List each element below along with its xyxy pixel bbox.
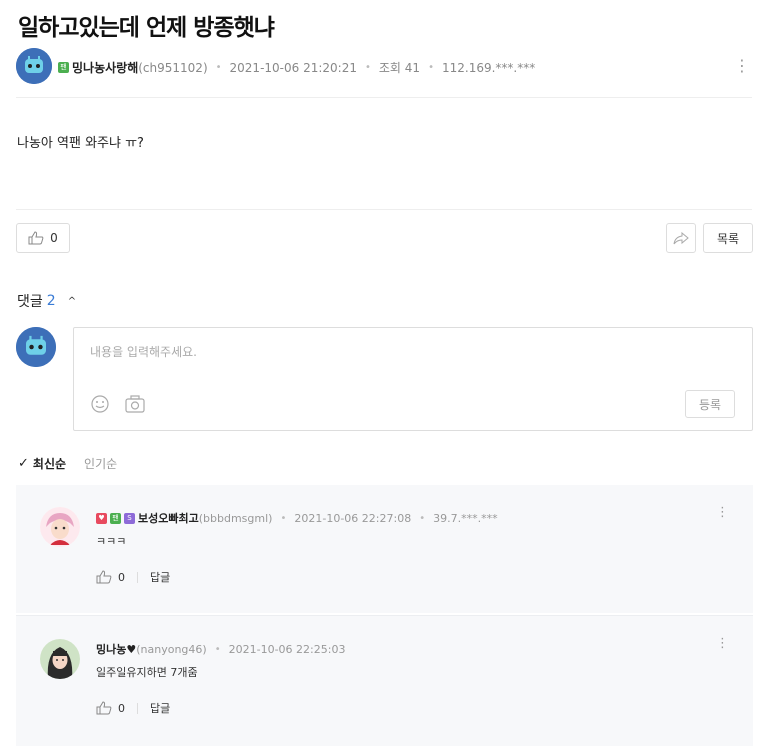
reply-button[interactable]: 답글 [150, 569, 170, 585]
post-like-button[interactable]: 0 [16, 223, 70, 253]
commenter-id: (bbbdmsgml) [198, 511, 273, 525]
comments-label: 댓글 [17, 294, 43, 310]
commenter-avatar[interactable] [40, 639, 80, 679]
comment-more-kebab-icon[interactable]: ⋮ [716, 505, 729, 521]
subscriber-badge-icon: S [124, 512, 135, 524]
separator-dot: • [428, 62, 434, 73]
comments-header[interactable]: 댓글 2 ^ [17, 291, 76, 311]
check-icon: ✓ [18, 456, 29, 471]
emoji-icon[interactable] [90, 394, 110, 414]
divider [16, 209, 752, 210]
share-button[interactable] [666, 223, 696, 253]
list-button[interactable]: 목록 [703, 223, 753, 253]
comments-count: 2 [46, 293, 56, 309]
post-meta: 팬 밍나농사랑해 (ch951102) • 2021-10-06 21:20:2… [58, 59, 535, 76]
reply-button[interactable]: 답글 [150, 700, 170, 716]
post-datetime: 2021-10-06 21:20:21 [229, 60, 357, 75]
separator-dot: • [215, 62, 222, 73]
post-title: 일하고있는데 언제 방종햇냐 [18, 15, 275, 41]
commenter-id: (nanyong46) [136, 642, 207, 656]
comment-submit-button[interactable]: 등록 [685, 390, 735, 418]
post-views: 조회 41 [378, 61, 421, 75]
comment-more-kebab-icon[interactable]: ⋮ [716, 636, 729, 652]
my-avatar [16, 327, 56, 367]
comment-ip: 39.7.***.*** [433, 511, 498, 525]
comment-item: ♥ 팬 S 보성오빠최고 (bbbdmsgml) • 2021-10-06 22… [16, 485, 753, 613]
comment-placeholder: 내용을 입력해주세요. [90, 345, 197, 359]
thumbs-up-icon[interactable] [96, 701, 112, 715]
separator-dot: • [280, 512, 287, 524]
author-id: (ch951102) [138, 60, 208, 75]
comment-datetime: 2021-10-06 22:25:03 [228, 642, 346, 656]
post-like-count: 0 [50, 231, 58, 245]
camera-icon[interactable] [124, 394, 146, 414]
commenter-avatar[interactable] [40, 507, 80, 547]
level-badge-icon: 팬 [110, 512, 121, 524]
commenter-nickname[interactable]: 밍나농♥ [96, 641, 136, 657]
comment-actions: 0 답글 [96, 569, 170, 585]
author-nickname[interactable]: 밍나농사랑해 [72, 59, 138, 76]
thumbs-up-icon [28, 231, 44, 245]
comment-text: ㅋㅋㅋ [96, 535, 127, 548]
sort-latest[interactable]: 최신순 [33, 455, 66, 472]
post-body: 나농아 역팬 와주냐 ㅠ? [17, 136, 144, 151]
comment-meta: ♥ 팬 S 보성오빠최고 (bbbdmsgml) • 2021-10-06 22… [96, 510, 498, 526]
divider [16, 97, 752, 98]
comment-actions: 0 답글 [96, 700, 170, 716]
post-ip: 112.169.***.*** [441, 60, 536, 75]
commenter-nickname[interactable]: 보성오빠최고 [138, 510, 199, 526]
separator-dot: • [364, 62, 371, 73]
heart-badge-icon: ♥ [96, 512, 107, 524]
comment-sort: ✓ 최신순 인기순 [18, 455, 117, 472]
post-author-row: 팬 밍나농사랑해 (ch951102) • 2021-10-06 21:20:2… [16, 48, 756, 84]
share-icon [673, 231, 689, 245]
comment-text: 일주일유지하면 7개줌 [96, 666, 198, 679]
author-avatar[interactable] [16, 48, 52, 84]
separator-dot: • [419, 512, 426, 524]
level-badge-icon: 팬 [58, 62, 69, 73]
thumbs-up-icon[interactable] [96, 570, 112, 584]
divider [137, 702, 138, 714]
comment-like-count: 0 [118, 570, 125, 584]
comment-datetime: 2021-10-06 22:27:08 [294, 511, 412, 525]
comment-like-count: 0 [118, 701, 125, 715]
sort-popular[interactable]: 인기순 [84, 455, 117, 472]
comment-meta: 밍나농♥ (nanyong46) • 2021-10-06 22:25:03 [96, 641, 345, 657]
separator-dot: • [214, 643, 221, 655]
divider [137, 571, 138, 583]
post-more-kebab-icon[interactable]: ⋮ [734, 58, 750, 74]
comment-item: 밍나농♥ (nanyong46) • 2021-10-06 22:25:03 ⋮… [16, 615, 753, 746]
chevron-up-icon[interactable]: ^ [68, 296, 76, 307]
comment-input[interactable]: 내용을 입력해주세요. 등록 [73, 327, 753, 431]
